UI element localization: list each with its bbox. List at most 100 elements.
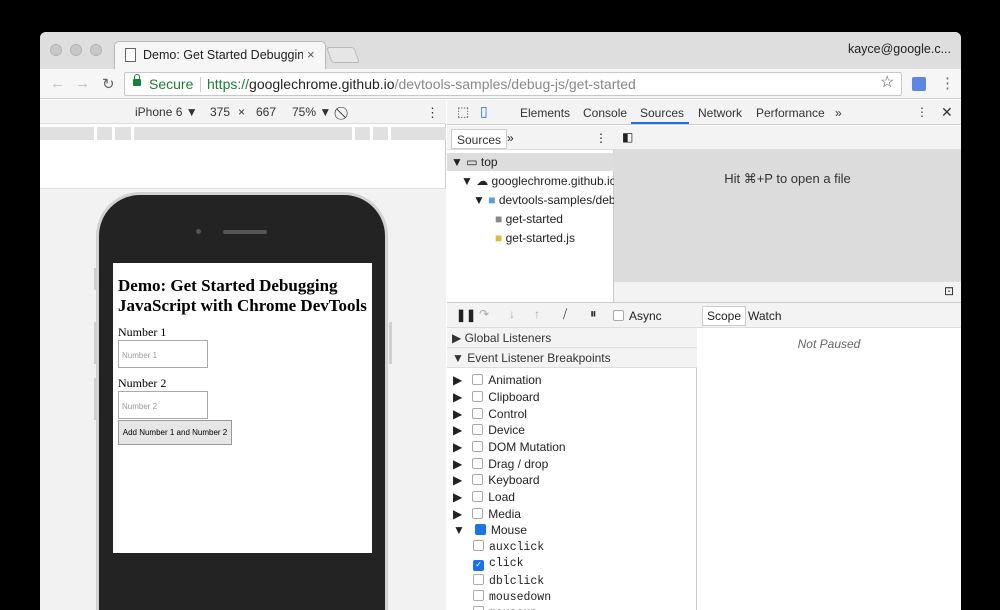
toggle-navigator-icon[interactable]: ◧ [622, 130, 633, 144]
async-checkbox[interactable]: Async [613, 309, 662, 323]
navigator-menu-icon[interactable]: ⋮ [595, 131, 607, 145]
chrome-menu-icon[interactable]: ⋮ [940, 74, 955, 92]
bp-click[interactable]: ✓ click [473, 557, 524, 571]
secure-label: Secure [149, 76, 194, 92]
device-select[interactable]: iPhone 6 ▼ [135, 105, 198, 119]
bp-auxclick[interactable]: auxclick [473, 540, 544, 554]
step-out-icon[interactable]: ↑ [534, 307, 540, 321]
bp-mouse[interactable]: ▼ Mouse [453, 523, 527, 537]
profile-name[interactable]: kayce@google.c... [848, 42, 951, 56]
width-input[interactable]: 375 [210, 105, 230, 119]
browser-window: Demo: Get Started Debugging × kayce@goog… [40, 32, 961, 610]
checkbox-icon [472, 458, 484, 469]
close-devtools-icon[interactable]: ✕ [941, 104, 953, 121]
device-toolbar: iPhone 6 ▼ 375 × 667 75% ▼ ⃠ ⋮ [40, 100, 446, 124]
bp-load[interactable]: ▶ Load [453, 490, 515, 504]
bp-mouseup[interactable]: mouseup [473, 606, 537, 610]
number2-input[interactable]: Number 2 [118, 391, 208, 419]
checkbox-icon [472, 508, 484, 519]
bp-label: Animation [488, 373, 542, 387]
indeterminate-checkbox-icon [474, 524, 486, 535]
tab-sources[interactable]: Sources [640, 106, 684, 120]
tab-performance[interactable]: Performance [756, 106, 825, 120]
new-tab-button[interactable] [326, 47, 360, 63]
divider [200, 77, 201, 92]
device-more-icon[interactable]: ⋮ [426, 105, 439, 121]
devtools-menu-icon[interactable]: ⋮ [916, 105, 928, 119]
tree-item-html[interactable]: ■ get-started [495, 212, 563, 226]
bp-label: Control [488, 407, 527, 421]
device-toggle-icon[interactable]: ▯ [480, 103, 488, 120]
forward-icon[interactable]: → [75, 75, 90, 92]
dimension-separator: × [238, 105, 246, 119]
tree-item-domain[interactable]: ▼ ☁ googlechrome.github.io [461, 174, 616, 188]
bp-animation[interactable]: ▶ Animation [453, 373, 542, 387]
more-tabs-icon[interactable]: » [835, 106, 842, 120]
tab-elements[interactable]: Elements [520, 106, 570, 120]
navigator-more-icon[interactable]: » [507, 131, 514, 145]
bp-control[interactable]: ▶ Control [453, 407, 527, 421]
add-button[interactable]: Add Number 1 and Number 2 [118, 420, 232, 445]
active-tab-indicator [631, 122, 689, 124]
browser-tab[interactable]: Demo: Get Started Debugging × [114, 41, 326, 69]
back-icon[interactable]: ← [50, 75, 65, 92]
inspect-icon[interactable]: ⬚ [457, 104, 469, 120]
number1-label: Number 1 [118, 325, 167, 339]
page-heading: Demo: Get Started Debugging JavaScript w… [118, 276, 367, 315]
file-navigator: Sources » ⋮ ▼ ▭ top ▼ ☁ googlechrome.git… [447, 126, 622, 302]
close-window-icon[interactable] [50, 44, 62, 56]
bp-device[interactable]: ▶ Device [453, 423, 525, 437]
toggle-debugger-icon[interactable]: ⊡ [944, 284, 954, 298]
editor-footer: ⊡ [614, 281, 961, 302]
step-over-icon[interactable]: ↷ [479, 307, 489, 321]
bp-drag-drop[interactable]: ▶ Drag / drop [453, 457, 548, 471]
navigator-tab-sources[interactable]: Sources [451, 129, 508, 149]
extension-icon[interactable] [912, 77, 926, 91]
zoom-select[interactable]: 75% ▼ [292, 105, 331, 119]
bp-keyboard[interactable]: ▶ Keyboard [453, 473, 540, 487]
section-label: Global Listeners [464, 331, 552, 345]
phone-screen: Demo: Get Started Debugging JavaScript w… [113, 263, 372, 553]
maximize-window-icon[interactable] [90, 44, 102, 56]
tab-network[interactable]: Network [698, 106, 742, 120]
bp-label: DOM Mutation [488, 440, 566, 454]
bp-label: Device [488, 423, 525, 437]
tab-watch[interactable]: Watch [748, 309, 782, 323]
reload-icon[interactable]: ↻ [102, 75, 115, 93]
height-input[interactable]: 667 [256, 105, 276, 119]
tab-console[interactable]: Console [583, 106, 627, 120]
deactivate-breakpoints-icon[interactable]: ⧸ [563, 307, 567, 322]
tree-item-folder[interactable]: ▼ ■ devtools-samples/debu [473, 193, 622, 207]
checkbox-icon [473, 590, 484, 601]
pause-icon[interactable]: ❚❚ [456, 308, 476, 322]
bp-media[interactable]: ▶ Media [453, 507, 521, 521]
bp-dom-mutation[interactable]: ▶ DOM Mutation [453, 440, 566, 454]
minimize-window-icon[interactable] [70, 44, 82, 56]
tree-item-top[interactable]: ▼ ▭ top [451, 155, 498, 169]
step-into-icon[interactable]: ↓ [509, 307, 515, 321]
checkbox-icon [472, 424, 484, 435]
tree-label: get-started [505, 212, 563, 226]
bp-mousedown[interactable]: mousedown [473, 590, 551, 604]
checkbox-icon [472, 391, 484, 402]
bp-label: click [489, 557, 524, 570]
pause-on-exceptions-icon[interactable]: ⏸ [590, 306, 597, 322]
checkbox-icon [473, 574, 484, 585]
global-listeners-section[interactable]: ▶ Global Listeners [447, 328, 697, 348]
event-breakpoints-section[interactable]: ▼ Event Listener Breakpoints [447, 348, 697, 368]
tab-scope[interactable]: Scope [702, 306, 747, 326]
checkbox-icon [472, 441, 484, 452]
checkbox-icon [472, 374, 484, 385]
number1-input[interactable]: Number 1 [118, 340, 208, 368]
tree-label: googlechrome.github.io [491, 174, 617, 188]
not-paused-text: Not Paused [797, 337, 861, 351]
tree-item-js[interactable]: ■ get-started.js [495, 231, 575, 245]
address-bar[interactable]: Secure https://googlechrome.github.io/de… [124, 72, 902, 96]
file-icon: ■ [495, 212, 503, 226]
tab-close-icon[interactable]: × [307, 47, 315, 62]
bookmark-star-icon[interactable]: ☆ [880, 72, 894, 92]
checkbox-icon [472, 408, 484, 419]
bp-dblclick[interactable]: dblclick [473, 574, 544, 588]
bp-clipboard[interactable]: ▶ Clipboard [453, 390, 540, 404]
lock-icon [133, 74, 141, 86]
